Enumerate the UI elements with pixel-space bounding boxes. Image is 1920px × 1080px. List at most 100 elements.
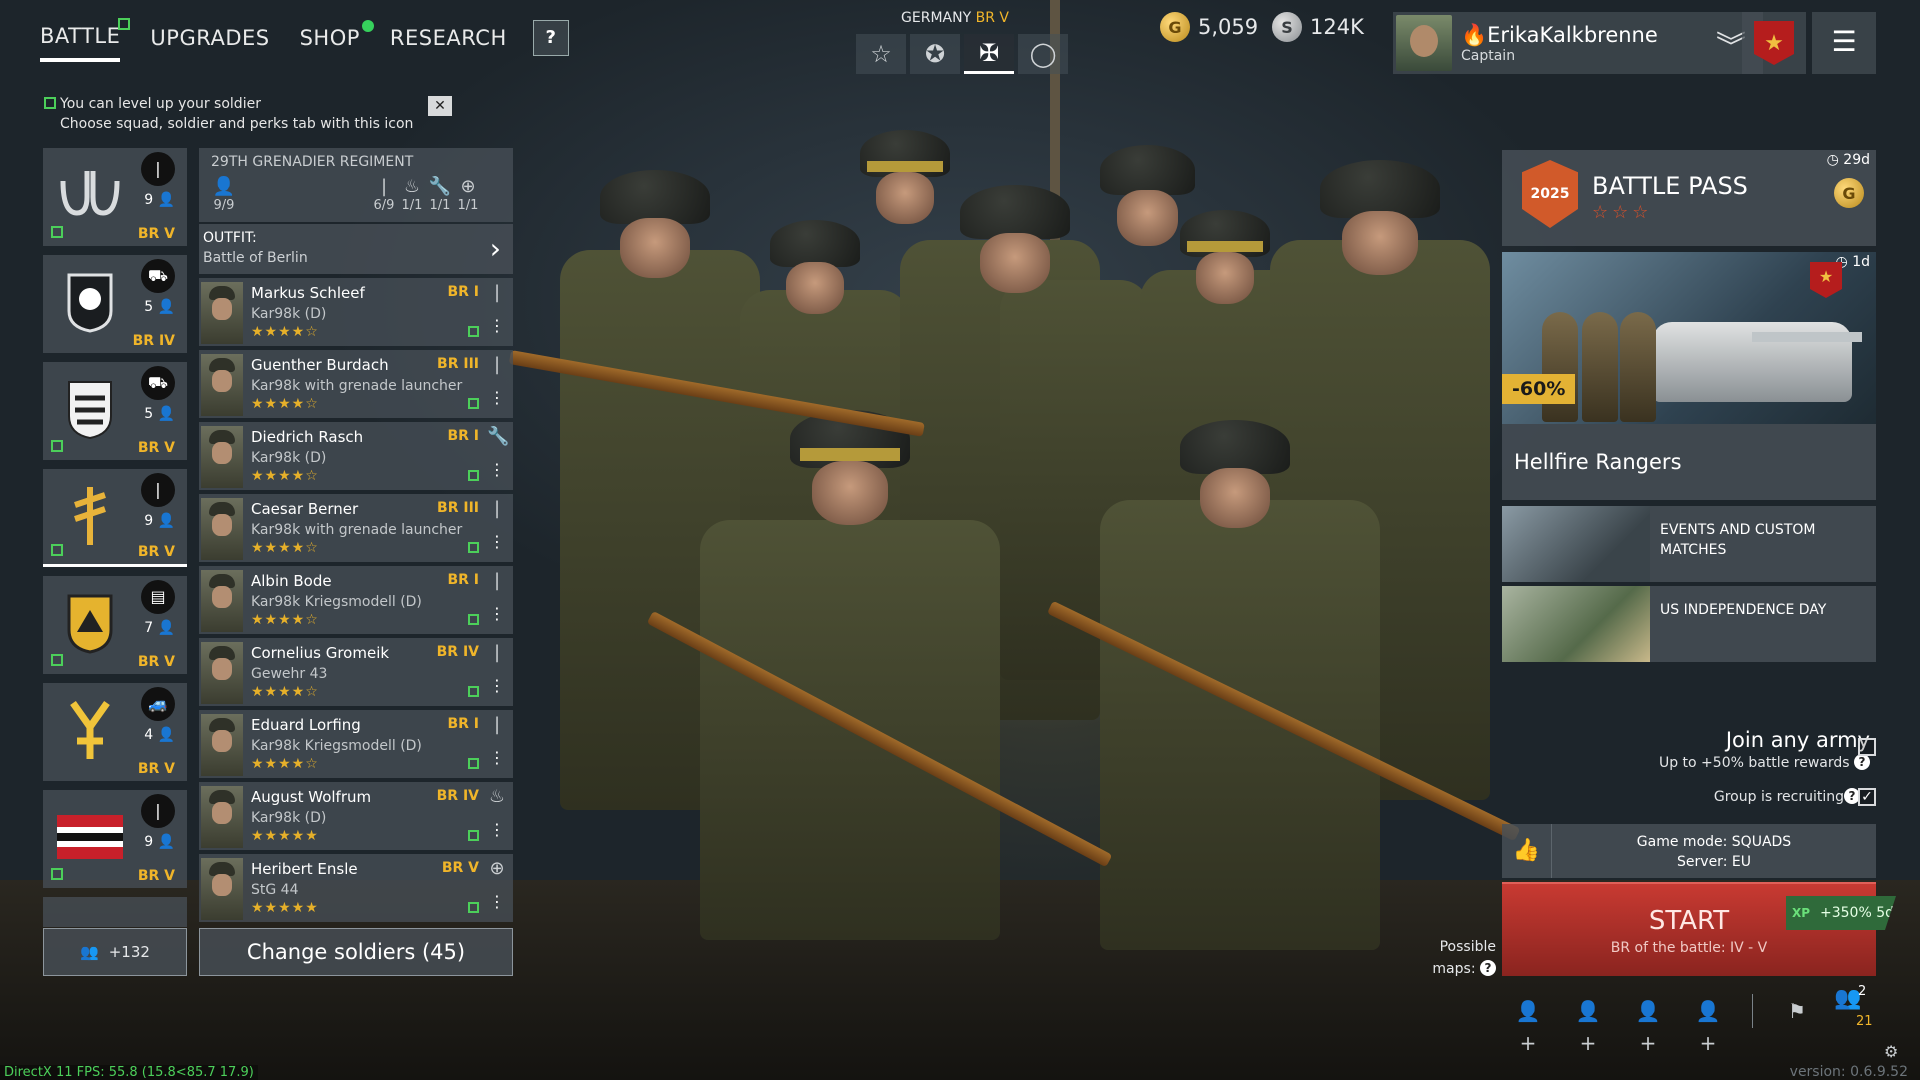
reserve-soldiers-button[interactable]: 👥 +132 xyxy=(43,928,187,976)
stag-shield-emblem-icon xyxy=(57,376,123,442)
achievements-button[interactable]: ★ xyxy=(1742,12,1806,74)
y-rune-emblem-icon xyxy=(57,697,123,763)
level-up-badge-icon xyxy=(51,440,63,452)
battle-pass-emblem-icon: 2025 xyxy=(1522,160,1578,228)
invite-player-icon[interactable]: 👤+ xyxy=(1632,995,1664,1055)
squad-header: 29TH GRENADIER REGIMENT 👤 9/9 | 6/9 ♨ 1/1 🔧… xyxy=(199,148,513,222)
help-icon[interactable]: ? xyxy=(1854,754,1870,770)
soldier-row[interactable]: August Wolfrum Kar98k (D) ★★★★★ BR IV ♨ ⋮ xyxy=(199,782,513,850)
squad-invite-bar: 👤+ 👤+ 👤+ 👤+ ⚑ xyxy=(1512,994,1813,1055)
flag-icon[interactable]: ⚑ xyxy=(1781,995,1813,1027)
version-label: version: 0.6.9.52 xyxy=(1789,1064,1908,1080)
squad-size: 5 👤 xyxy=(144,406,175,422)
silver-balance[interactable]: S 124K xyxy=(1272,12,1364,42)
level-up-badge-icon xyxy=(468,470,479,481)
squad-card[interactable] xyxy=(43,897,187,927)
soldier-br: BR V xyxy=(441,860,479,876)
promo-banner[interactable]: -60% ◷ 1d ★ xyxy=(1502,252,1876,424)
tab-upgrades[interactable]: UPGRADES xyxy=(150,26,269,60)
usa-army-star-icon[interactable]: ☆ xyxy=(856,34,906,74)
squad-br: BR V xyxy=(137,226,175,242)
ussr-army-star-icon[interactable]: ✪ xyxy=(910,34,960,74)
premium-star-icon: ★ xyxy=(1810,262,1842,298)
shield-303-emblem-icon xyxy=(57,269,123,335)
player-profile[interactable]: 🔥ErikaKalkbrenne Captain ︾ xyxy=(1393,12,1763,74)
squad-card[interactable]: | 9 👤 BR V xyxy=(43,148,187,246)
events-card[interactable]: EVENTS AND CUSTOM MATCHES xyxy=(1502,506,1876,582)
soldier-name: Diedrich Rasch xyxy=(251,428,364,446)
main-nav: BATTLE UPGRADES SHOP RESEARCH ? xyxy=(40,18,569,62)
battle-pass-card[interactable]: 2025 BATTLE PASS ☆☆☆ ◷ 29d G xyxy=(1502,150,1876,246)
xp-arrow-icon: XP xyxy=(1792,906,1811,920)
soldier-row[interactable]: Guenther Burdach Kar98k with grenade laun… xyxy=(199,350,513,418)
more-options-icon[interactable]: ⋮ xyxy=(489,748,505,767)
rifle-icon: | xyxy=(493,570,501,591)
soldier-row[interactable]: Eduard Lorfing Kar98k Kriegsmodell (D) ★★★… xyxy=(199,710,513,778)
more-options-icon[interactable]: ⋮ xyxy=(489,532,505,551)
soldier-br: BR I xyxy=(447,716,479,732)
hint-close-button[interactable]: ✕ xyxy=(428,96,452,116)
help-icon[interactable]: ? xyxy=(1480,960,1496,976)
squad-card-selected[interactable]: | 9 👤 BR V xyxy=(43,469,187,567)
game-mode-panel[interactable]: 👍 Game mode: SQUADS Server: EU xyxy=(1502,824,1876,878)
more-options-icon[interactable]: ⋮ xyxy=(489,316,505,335)
gold-balance[interactable]: G 5,059 xyxy=(1160,12,1258,42)
radio-class-icon: ▤ xyxy=(141,580,175,614)
join-any-army: Join any army Up to +50% battle rewards … xyxy=(1658,728,1870,771)
soldier-row[interactable]: Diedrich Rasch Kar98k (D) ★★★★☆ BR I 🔧 ⋮ xyxy=(199,422,513,490)
tab-research[interactable]: RESEARCH xyxy=(390,26,507,60)
soldier-weapon: Kar98k (D) xyxy=(251,810,327,826)
squad-card[interactable]: ⛟ 5 👤 BR V xyxy=(43,362,187,460)
more-options-icon[interactable]: ⋮ xyxy=(489,460,505,479)
squad-br: BR V xyxy=(137,761,175,777)
more-options-icon[interactable]: ⋮ xyxy=(489,820,505,839)
invite-player-icon[interactable]: 👤+ xyxy=(1692,995,1724,1055)
soldier-row[interactable]: Heribert Ensle StG 44 ★★★★★ BR V ⊕ ⋮ xyxy=(199,854,513,922)
soldier-row[interactable]: Markus Schleef Kar98k (D) ★★★★☆ BR I | ⋮ xyxy=(199,278,513,346)
squad-card[interactable]: | 9 👤 BR V xyxy=(43,790,187,888)
medic-icon: ⊕ xyxy=(460,176,476,197)
events-image xyxy=(1502,506,1650,582)
main-menu-button[interactable]: ☰ xyxy=(1812,12,1876,74)
invite-player-icon[interactable]: 👤+ xyxy=(1512,995,1544,1055)
more-options-icon[interactable]: ⋮ xyxy=(489,388,505,407)
rifle-class-icon: | xyxy=(141,473,175,507)
flame-icon: 🔥 xyxy=(1461,22,1488,47)
squad-card[interactable]: 🚙 4 👤 BR V xyxy=(43,683,187,781)
soldier-rating-stars: ★★★★☆ xyxy=(251,324,319,340)
group-recruiting-checkbox[interactable]: ✓ xyxy=(1858,788,1876,806)
promo-title[interactable]: Hellfire Rangers xyxy=(1502,424,1876,500)
tank-class-icon: ⛟ xyxy=(141,366,175,400)
soldier-name: Heribert Ensle xyxy=(251,860,358,878)
germany-army-cross-icon[interactable]: ✠ xyxy=(964,34,1014,74)
more-options-icon[interactable]: ⋮ xyxy=(489,604,505,623)
friends-button[interactable]: 👥 2 21 xyxy=(1834,984,1873,1029)
xp-boost-badge[interactable]: XP +350% 5d xyxy=(1786,896,1896,930)
help-button[interactable]: ? xyxy=(532,20,569,56)
more-options-icon[interactable]: ⋮ xyxy=(489,892,505,911)
settings-gear-icon[interactable]: ⚙ xyxy=(1884,1042,1898,1061)
join-any-army-checkbox[interactable] xyxy=(1858,738,1876,756)
soldier-weapon: Kar98k (D) xyxy=(251,306,327,322)
soldier-portrait xyxy=(201,498,243,560)
tab-battle[interactable]: BATTLE xyxy=(40,18,131,62)
avatar xyxy=(1396,15,1452,71)
tab-shop[interactable]: SHOP xyxy=(300,20,374,60)
invite-player-icon[interactable]: 👤+ xyxy=(1572,995,1604,1055)
change-soldiers-button[interactable]: Change soldiers (45) xyxy=(199,928,513,976)
japan-army-circle-icon[interactable]: ◯ xyxy=(1018,34,1068,74)
soldier-rating-stars: ★★★★☆ xyxy=(251,396,319,412)
soldier-br: BR I xyxy=(447,428,479,444)
outfit-selector[interactable]: OUTFIT: Battle of Berlin › xyxy=(199,224,513,274)
soldier-row[interactable]: Caesar Berner Kar98k with grenade launche… xyxy=(199,494,513,562)
squad-card[interactable]: ▤ 7 👤 BR V xyxy=(43,576,187,674)
soldier-row[interactable]: Cornelius Gromeik Gewehr 43 ★★★★☆ BR IV | ⋮ xyxy=(199,638,513,706)
soldier-name: Cornelius Gromeik xyxy=(251,644,390,662)
soldier-row[interactable]: Albin Bode Kar98k Kriegsmodell (D) ★★★★☆ BR… xyxy=(199,566,513,634)
us-independence-card[interactable]: US INDEPENDENCE DAY xyxy=(1502,586,1876,662)
squad-card[interactable]: ⛟ 5 👤 BR IV xyxy=(43,255,187,353)
thumbs-up-icon[interactable]: 👍 xyxy=(1502,824,1552,878)
soldier-weapon: Kar98k with grenade launcher xyxy=(251,522,463,538)
more-options-icon[interactable]: ⋮ xyxy=(489,676,505,695)
level-up-badge-icon xyxy=(51,226,63,238)
